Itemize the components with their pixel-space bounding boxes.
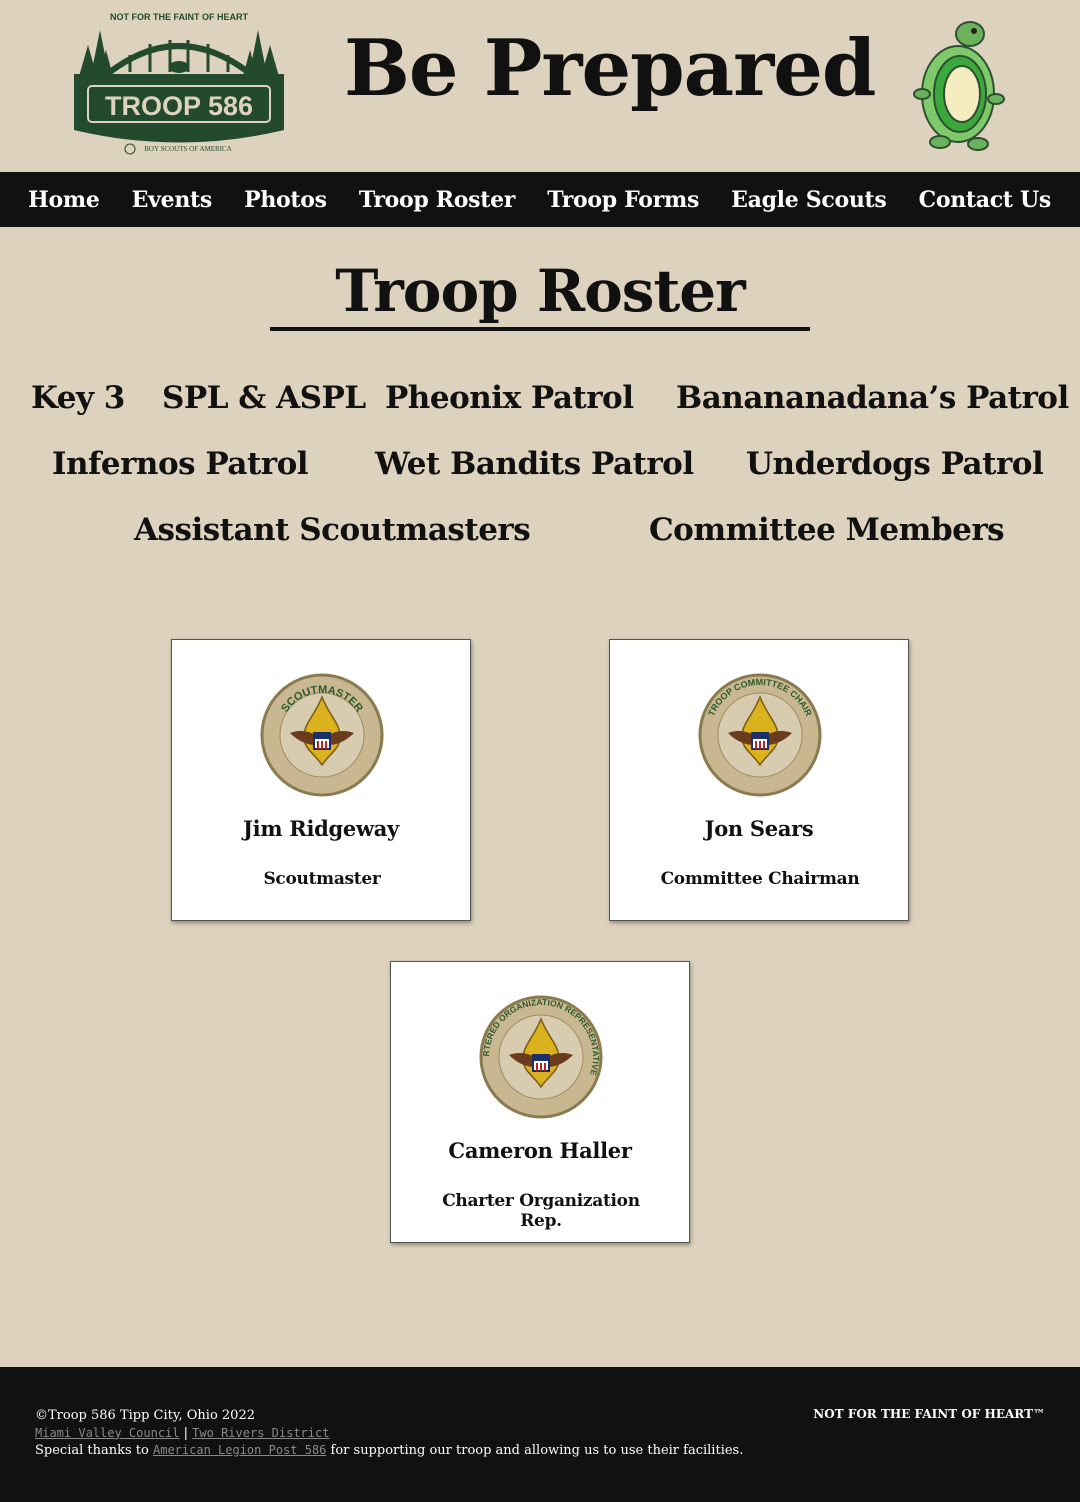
footer-legion-link[interactable]: American Legion Post 586 bbox=[153, 1443, 326, 1457]
footer-council-link[interactable]: Miami Valley Council bbox=[35, 1426, 180, 1440]
section-link-banananadanas-patrol[interactable]: Banananadana’s Patrol bbox=[676, 383, 1069, 414]
member-role: Committee Chairman bbox=[660, 869, 860, 889]
nav-troop-forms[interactable]: Troop Forms bbox=[547, 187, 699, 213]
member-name: Cameron Haller bbox=[448, 1138, 632, 1163]
charter-rep-badge-icon: CHARTERED ORGANIZATION REPRESENTATIVE bbox=[479, 995, 603, 1119]
section-link-infernos-patrol[interactable]: Infernos Patrol bbox=[52, 449, 309, 480]
site-footer: ©Troop 586 Tipp City, Ohio 2022 Miami Va… bbox=[0, 1367, 1080, 1502]
section-link-wet-bandits-patrol[interactable]: Wet Bandits Patrol bbox=[375, 449, 694, 480]
section-link-pheonix-patrol[interactable]: Pheonix Patrol bbox=[385, 383, 634, 414]
footer-thanks-line: Special thanks to American Legion Post 5… bbox=[35, 1442, 743, 1460]
section-link-spl-aspl[interactable]: SPL & ASPL bbox=[162, 383, 366, 414]
section-link-assistant-scoutmasters[interactable]: Assistant Scoutmasters bbox=[134, 515, 531, 546]
title-underline bbox=[270, 327, 810, 331]
footer-copyright: ©Troop 586 Tipp City, Ohio 2022 bbox=[35, 1408, 255, 1423]
footer-thanks-suffix: for supporting our troop and allowing us… bbox=[330, 1443, 744, 1458]
main-nav: Home Events Photos Troop Roster Troop Fo… bbox=[0, 172, 1080, 227]
troop-logo[interactable]: TROOP 586 NOT FOR THE FAINT OF HEART BOY… bbox=[70, 10, 288, 160]
member-name: Jon Sears bbox=[704, 816, 814, 841]
section-link-committee-members[interactable]: Committee Members bbox=[649, 515, 1005, 546]
section-link-underdogs-patrol[interactable]: Underdogs Patrol bbox=[746, 449, 1044, 480]
member-name: Jim Ridgeway bbox=[243, 816, 399, 841]
footer-council-line: Miami Valley Council | Two Rivers Distri… bbox=[35, 1425, 743, 1443]
turtle-mascot-icon bbox=[913, 21, 1005, 151]
footer-motto: NOT FOR THE FAINT OF HEART™ bbox=[813, 1407, 1045, 1421]
logo-name: TROOP 586 bbox=[105, 91, 253, 121]
roster-card: CHARTERED ORGANIZATION REPRESENTATIVE Ca… bbox=[390, 961, 690, 1243]
footer-separator: | bbox=[183, 1425, 189, 1441]
nav-troop-roster[interactable]: Troop Roster bbox=[359, 187, 516, 213]
site-header: TROOP 586 NOT FOR THE FAINT OF HEART BOY… bbox=[0, 0, 1080, 172]
section-link-key-3[interactable]: Key 3 bbox=[31, 383, 125, 414]
nav-photos[interactable]: Photos bbox=[244, 187, 327, 213]
footer-thanks-prefix: Special thanks to bbox=[35, 1443, 149, 1458]
roster-card: TROOP COMMITTEE CHAIR Jon Sears Committe… bbox=[609, 639, 909, 921]
nav-events[interactable]: Events bbox=[132, 187, 213, 213]
roster-card: SCOUTMASTER Jim Ridgeway Scoutmaster bbox=[171, 639, 471, 921]
page-title: Troop Roster bbox=[335, 257, 745, 325]
member-role: Charter Organization Rep. bbox=[442, 1191, 640, 1231]
member-role: Scoutmaster bbox=[263, 869, 381, 889]
logo-sub-text: BOY SCOUTS OF AMERICA bbox=[144, 145, 231, 153]
logo-top-text: NOT FOR THE FAINT OF HEART bbox=[110, 12, 248, 22]
committee-chair-badge-icon: TROOP COMMITTEE CHAIR bbox=[698, 673, 822, 797]
site-tagline: Be Prepared bbox=[344, 23, 876, 114]
nav-contact-us[interactable]: Contact Us bbox=[919, 187, 1052, 213]
nav-eagle-scouts[interactable]: Eagle Scouts bbox=[731, 187, 887, 213]
footer-district-link[interactable]: Two Rivers District bbox=[192, 1426, 329, 1440]
nav-home[interactable]: Home bbox=[28, 187, 100, 213]
scoutmaster-badge-icon: SCOUTMASTER bbox=[260, 673, 384, 797]
footer-info: ©Troop 586 Tipp City, Ohio 2022 Miami Va… bbox=[35, 1407, 743, 1460]
